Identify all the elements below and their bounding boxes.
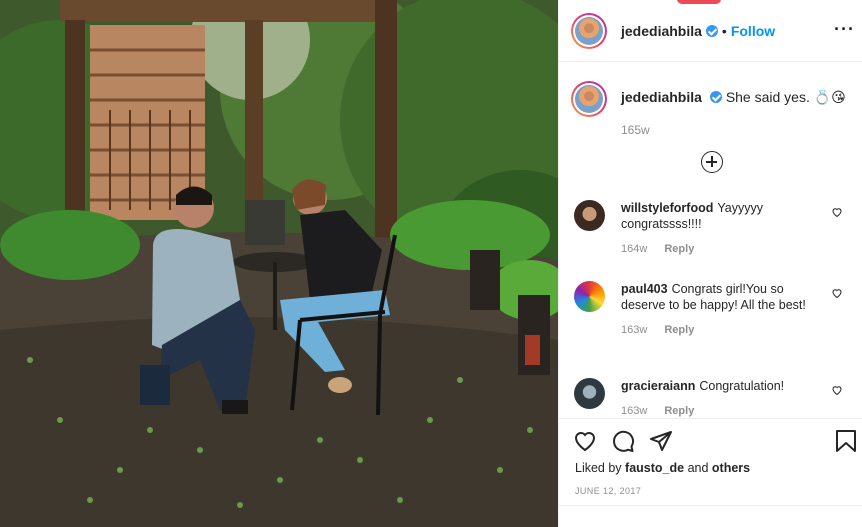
- comment-username[interactable]: gracieraiann: [621, 379, 695, 393]
- comment-username[interactable]: paul403: [621, 282, 668, 296]
- heart-icon[interactable]: [831, 287, 843, 299]
- comments-list[interactable]: jedediahbila She said yes. 💍😘 165w wills…: [559, 63, 862, 418]
- verified-badge-icon: [709, 91, 722, 103]
- comment-timestamp[interactable]: 163w: [621, 405, 647, 417]
- likes-connector: and: [687, 461, 709, 475]
- post-caption: jedediahbila She said yes. 💍😘 165w: [571, 81, 846, 137]
- comment-username[interactable]: willstyleforfood: [621, 201, 713, 215]
- comment-timestamp[interactable]: 164w: [621, 243, 647, 255]
- comment-bubble-icon[interactable]: [611, 429, 635, 453]
- comment-timestamp[interactable]: 163w: [621, 324, 647, 336]
- likes-others-link[interactable]: others: [712, 461, 750, 475]
- caption-timestamp[interactable]: 165w: [621, 123, 846, 137]
- bookmark-icon[interactable]: [835, 429, 857, 453]
- separator-dot: •: [721, 22, 727, 39]
- follow-button[interactable]: Follow: [731, 23, 775, 39]
- reply-button[interactable]: Reply: [664, 324, 694, 336]
- post-date[interactable]: JUNE 12, 2017: [575, 486, 641, 496]
- avatar[interactable]: [574, 281, 605, 312]
- heart-icon[interactable]: [831, 206, 843, 218]
- verified-badge-icon: [705, 24, 718, 37]
- author-avatar[interactable]: [571, 12, 607, 49]
- liked-by-user[interactable]: fausto_de: [625, 461, 684, 475]
- more-options-icon[interactable]: ···: [834, 20, 855, 38]
- reply-button[interactable]: Reply: [664, 405, 694, 417]
- caption-text: She said yes. 💍😘: [725, 89, 846, 105]
- post-actions: Liked by fausto_de and others JUNE 12, 2…: [559, 418, 862, 527]
- post-header: jedediahbila • Follow ···: [559, 0, 862, 62]
- likes-summary: Liked by fausto_de and others: [575, 461, 750, 475]
- reply-button[interactable]: Reply: [664, 243, 694, 255]
- notification-pill: [677, 0, 721, 4]
- author-username[interactable]: jedediahbila: [621, 23, 702, 39]
- heart-icon[interactable]: [573, 429, 597, 453]
- add-comment-area[interactable]: [559, 505, 862, 527]
- post-details-panel: jedediahbila • Follow ··· jedediahbila S…: [558, 0, 862, 527]
- avatar[interactable]: [574, 200, 605, 231]
- post-photo[interactable]: [0, 0, 558, 527]
- avatar[interactable]: [574, 378, 605, 409]
- paper-plane-icon[interactable]: [649, 429, 673, 453]
- likes-prefix: Liked by: [575, 461, 622, 475]
- caption-username[interactable]: jedediahbila: [621, 89, 702, 105]
- comment-text: Congratulation!: [699, 379, 785, 393]
- heart-icon[interactable]: [831, 384, 843, 396]
- caption-avatar[interactable]: [571, 81, 607, 117]
- plus-circle-icon[interactable]: [701, 151, 723, 173]
- post-image: [0, 0, 558, 527]
